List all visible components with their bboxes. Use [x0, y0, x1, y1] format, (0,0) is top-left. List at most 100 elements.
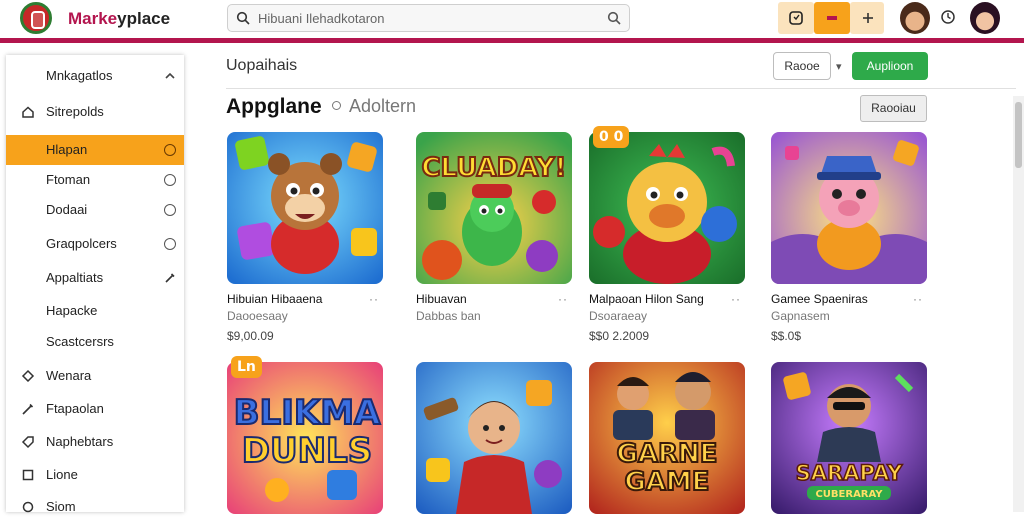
art-title: SARAPAY	[796, 461, 904, 485]
square-icon	[22, 469, 34, 481]
avatar[interactable]	[900, 2, 930, 34]
sidebar-item-label: Hapacke	[46, 303, 98, 318]
sidebar-item-label: Ftapaolan	[46, 401, 104, 416]
pig-game-art[interactable]	[771, 132, 927, 284]
top-bar: Markeyplace Hibuani Ilehadkotaron	[0, 0, 1024, 38]
divider	[226, 88, 1016, 89]
search-icon	[236, 11, 250, 25]
house-icon	[22, 106, 34, 118]
card-category: Dsoaraeay	[589, 309, 648, 323]
scrollbar-thumb[interactable]	[1015, 102, 1022, 168]
gluaday-game-art[interactable]: CLUADAY!	[416, 132, 572, 284]
card-title: Hibuian Hibaaena	[227, 292, 323, 306]
pencil-icon[interactable]	[164, 272, 176, 284]
section-subtitle-text: Adoltern	[349, 96, 417, 116]
sidebar-item[interactable]: Siom	[6, 492, 184, 522]
radio-button[interactable]	[164, 174, 176, 186]
logo-icon[interactable]	[20, 2, 52, 34]
blikma-game-art[interactable]: BLIKMA DUNLS	[227, 362, 383, 514]
card-category: Gapnasem	[771, 309, 830, 323]
garne-game-art[interactable]: GARNE GAME	[589, 362, 745, 514]
sidebar-item-label: Graqpolcers	[46, 236, 117, 251]
chicken-game-art[interactable]	[589, 132, 745, 284]
sidebar-item-active[interactable]: Hlapan	[6, 135, 184, 165]
avatar-profile[interactable]	[970, 2, 1000, 34]
sidebar-item[interactable]: Naphebtars	[6, 427, 184, 457]
card-badge: Ln	[231, 356, 262, 378]
radio-button[interactable]	[164, 204, 176, 216]
brand-part1: Marke	[68, 9, 118, 28]
page-title: Uopaihais	[226, 57, 298, 74]
diamond-icon	[21, 369, 35, 383]
art-title: GARNE	[616, 439, 717, 469]
sidebar-item[interactable]: Ftapaolan	[6, 394, 184, 424]
section-title: Appglane	[226, 95, 322, 118]
sidebar-item[interactable]: Dodaai	[6, 195, 184, 225]
art-subtitle: DUNLS	[242, 431, 372, 471]
hero-game-art[interactable]	[416, 362, 572, 514]
more-icon[interactable]: ··	[558, 292, 568, 306]
sidebar-item-label: Scastcersrs	[46, 334, 114, 349]
art-subtitle: CUBERARAY	[815, 489, 883, 500]
header-divider	[0, 38, 1024, 43]
clock-icon[interactable]	[940, 9, 956, 25]
card-price: $$.0$	[771, 329, 802, 343]
sidebar-item-label: Sitrepolds	[46, 104, 104, 119]
sidebar-item-label: Appaltiats	[46, 270, 104, 285]
sidebar-item-label: Naphebtars	[46, 434, 114, 449]
sidebar-item-label: Hlapan	[46, 142, 88, 157]
edit-icon	[22, 403, 34, 415]
sidebar-item[interactable]: Lione	[6, 460, 184, 490]
scrollbar[interactable]	[1013, 96, 1024, 512]
radio-button[interactable]	[164, 238, 176, 250]
cart-icon	[789, 11, 803, 25]
search-bar[interactable]: Hibuani Ilehadkotaron	[227, 4, 630, 32]
card-title: Gamee Spaeniras	[771, 292, 868, 306]
bag-icon	[827, 16, 837, 20]
sarapay-game-art[interactable]: SARAPAY CUBERARAY	[771, 362, 927, 514]
chevron-up-icon[interactable]	[164, 70, 176, 82]
bear-game-art[interactable]	[227, 132, 383, 284]
chevron-down-icon[interactable]: ▾	[836, 60, 842, 73]
sidebar-item-label: Ftoman	[46, 172, 91, 187]
sidebar-item[interactable]: Scastcersrs	[6, 327, 184, 357]
add-button[interactable]	[850, 2, 884, 34]
sidebar-item-categories[interactable]: Mnkagatlos	[6, 61, 184, 91]
sidebar-item-label: Wenara	[46, 368, 92, 383]
more-icon[interactable]: ··	[369, 292, 379, 306]
brand-name[interactable]: Markeyplace	[68, 9, 170, 29]
sidebar-item[interactable]: Graqpolcers	[6, 229, 184, 259]
sidebar-item-label: Dodaai	[46, 202, 88, 217]
sidebar: Mnkagatlos Sitrepolds Hlapan Ftoman Doda…	[6, 55, 184, 514]
card-price: $9,00.09	[227, 329, 274, 343]
more-icon[interactable]: ··	[913, 292, 923, 306]
card-category: Dabbas ban	[416, 309, 481, 323]
secondary-button[interactable]: Raooe	[773, 52, 831, 80]
lens-icon[interactable]	[607, 11, 621, 25]
section-button[interactable]: Raooiau	[860, 95, 927, 122]
cart-button[interactable]	[778, 2, 814, 34]
primary-button[interactable]: Auplioon	[852, 52, 928, 80]
card-badge: 0 0	[593, 126, 630, 148]
card-price: $$0 2.2009	[589, 329, 650, 343]
section-subtitle: Adoltern	[332, 96, 416, 117]
art-title: CLUADAY!	[421, 153, 566, 183]
circle-icon	[332, 101, 341, 110]
tag-icon	[21, 436, 34, 449]
sidebar-item-label: Lione	[46, 467, 78, 482]
sidebar-item[interactable]: Wenara	[6, 361, 184, 391]
search-input[interactable]: Hibuani Ilehadkotaron	[258, 11, 384, 26]
sidebar-item[interactable]: Ftoman	[6, 165, 184, 195]
more-icon[interactable]: ··	[731, 292, 741, 306]
card-category: Daooesaay	[227, 309, 288, 323]
card-title: Malpaoan Hilon Sang	[589, 292, 704, 306]
art-subtitle: GAME	[624, 467, 709, 497]
sidebar-item[interactable]: Hapacke	[6, 296, 184, 326]
radio-button[interactable]	[164, 144, 176, 156]
brand-part2: yplace	[117, 9, 171, 28]
plus-icon	[863, 13, 873, 23]
art-title: BLIKMA	[234, 393, 381, 433]
bag-button[interactable]	[814, 2, 850, 34]
sidebar-item[interactable]: Appaltiats	[6, 263, 184, 293]
sidebar-item-storefronts[interactable]: Sitrepolds	[6, 97, 184, 127]
